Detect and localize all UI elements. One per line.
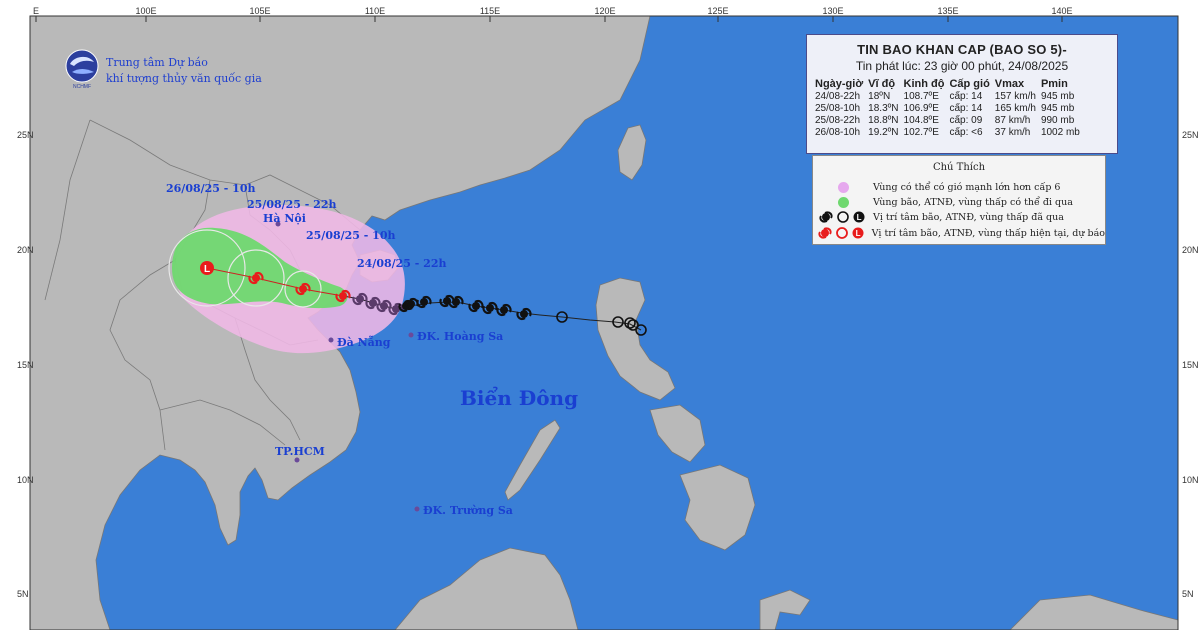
legend-box: Chú Thích Vùng có thể có gió mạnh lớn hơ… [812, 155, 1106, 245]
forecast-low-symbol: L [200, 261, 214, 275]
table-cell: 104.8ºE [903, 115, 939, 126]
table-cell: 25/08-22h [815, 115, 861, 126]
table-cell: 102.7ºE [903, 127, 939, 138]
table-cell: 106.9ºE [903, 103, 939, 114]
latitude-tick-label: 20N [17, 245, 34, 255]
past-symbols-icon: L [819, 211, 865, 223]
bulletin-issued: Tin phát lúc: 23 giờ 00 phút, 24/08/2025 [855, 59, 1069, 73]
legend-item-label: Vị trí tâm bão, ATNĐ, vùng thấp đã qua [873, 211, 1064, 223]
longitude-tick-label: 110E [365, 6, 385, 16]
longitude-tick-label: 130E [822, 6, 843, 16]
logo-badge: NCHMF [73, 84, 91, 90]
table-cell: 26/08-10h [815, 127, 861, 138]
date-label-3: 25/08/25 - 10h [306, 229, 396, 242]
table-cell: 18.3ºN [868, 103, 899, 114]
legend-item-danger-zone: Vùng bão, ATNĐ, vùng thấp có thể đi qua [813, 195, 1105, 209]
longitude-tick-label: 125E [707, 6, 728, 16]
logo-line-1: Trung tâm Dự báo [106, 56, 208, 69]
longitude-tick-label: 140E [1051, 6, 1072, 16]
longitude-tick-label: 100E [135, 6, 156, 16]
col-header: Vmax [994, 78, 1025, 90]
label-truong-sa: ĐK. Trường Sa [423, 504, 513, 517]
table-cell: 945 mb [1040, 91, 1075, 102]
svg-text:L: L [856, 229, 861, 238]
latitude-tick-label: 15N [17, 360, 34, 370]
legend-item-current-position: L Vị trí tâm bão, ATNĐ, vùng thấp hiện t… [813, 226, 1105, 240]
pink-dot-icon [837, 181, 849, 193]
latitude-tick-label: 10N [17, 475, 34, 485]
table-cell: 18ºN [868, 91, 891, 102]
forecast-table: Ngày-giờ Vĩ độ Kinh độ Cấp gió Vmax Pmin… [815, 78, 1085, 139]
table-cell: 24/08-22h [815, 91, 861, 102]
latitude-tick-label: 25N [17, 130, 34, 140]
label-hoang-sa: ĐK. Hoàng Sa [417, 330, 503, 343]
date-label-1: 26/08/25 - 10h [166, 182, 256, 195]
table-cell: 945 mb [1040, 103, 1075, 114]
table-row: 24/08-22h 18ºN 108.7ºE cấp: 14 157 km/h 945 m… [815, 91, 1085, 103]
nchmf-logo-icon: NCHMF [65, 49, 99, 90]
legend-item-label: Vị trí tâm bão, ATNĐ, vùng thấp hiện tại… [871, 227, 1105, 239]
label-ha-noi: Hà Nội [263, 212, 306, 225]
table-cell: 25/08-10h [815, 103, 861, 114]
date-label-4: 24/08/25 - 22h [357, 257, 447, 270]
table-cell: 18.8ºN [868, 115, 899, 126]
table-cell: 87 km/h [994, 115, 1031, 126]
table-cell: 37 km/h [994, 127, 1031, 138]
latitude-tick-label: 25N [1182, 130, 1199, 140]
table-cell: 19.2ºN [868, 127, 899, 138]
legend-item-strong-wind: Vùng có thể có gió mạnh lớn hơn cấp 6 [813, 180, 1105, 194]
col-header: Vĩ độ [868, 78, 896, 90]
latitude-tick-label: 15N [1182, 360, 1199, 370]
table-cell: 1002 mb [1040, 127, 1080, 138]
table-cell: cấp: 14 [949, 103, 983, 114]
table-cell: 165 km/h [994, 103, 1036, 114]
table-row: 25/08-10h 18.3ºN 106.9ºE cấp: 14 165 km/h 945… [815, 103, 1085, 115]
latitude-tick-label: 5N [1182, 589, 1194, 599]
legend-item-label: Vùng bão, ATNĐ, vùng thấp có thể đi qua [873, 196, 1073, 208]
bulletin-title: TIN BAO KHAN CAP (BAO SO 5)- [857, 42, 1067, 57]
table-header-row: Ngày-giờ Vĩ độ Kinh độ Cấp gió Vmax Pmin [815, 78, 1085, 91]
col-header: Cấp gió [949, 78, 990, 90]
date-label-2: 25/08/25 - 22h [247, 198, 337, 211]
latitude-tick-label: 20N [1182, 245, 1199, 255]
label-bien-dong: Biển Đông [460, 385, 578, 410]
legend-title: Chú Thích [932, 162, 986, 173]
longitude-tick-label: E [33, 6, 39, 16]
table-row: 25/08-22h 18.8ºN 104.8ºE cấp: 09 87 km/h 990 … [815, 115, 1085, 127]
nchmf-logo: NCHMF [64, 48, 100, 95]
svg-text:L: L [204, 264, 210, 275]
table-cell: cấp: 09 [949, 115, 983, 126]
col-header: Ngày-giờ [815, 78, 864, 90]
bulletin-box: TIN BAO KHAN CAP (BAO SO 5)- Tin phát lú… [806, 34, 1118, 154]
longitude-tick-label: 120E [594, 6, 615, 16]
legend-item-past-position: L Vị trí tâm bão, ATNĐ, vùng thấp đã qua [813, 210, 1105, 224]
table-row: 26/08-10h 19.2ºN 102.7ºE cấp: <6 37 km/h 1002… [815, 127, 1085, 139]
legend-item-label: Vùng có thể có gió mạnh lớn hơn cấp 6 [873, 181, 1061, 193]
current-symbols-icon: L [818, 227, 864, 239]
latitude-tick-label: 5N [17, 589, 29, 599]
svg-text:L: L [857, 213, 862, 222]
table-cell: 990 mb [1040, 115, 1075, 126]
longitude-tick-label: 115E [480, 6, 500, 16]
longitude-tick-label: 105E [249, 6, 270, 16]
logo-line-2: khí tượng thủy văn quốc gia [106, 72, 262, 85]
label-tp-hcm: TP.HCM [275, 445, 325, 458]
table-cell: 108.7ºE [903, 91, 939, 102]
col-header: Pmin [1040, 78, 1068, 90]
green-dot-icon [837, 196, 849, 208]
table-cell: cấp: 14 [949, 91, 983, 102]
col-header: Kinh độ [903, 78, 945, 90]
latitude-tick-label: 10N [1182, 475, 1199, 485]
table-cell: cấp: <6 [949, 127, 983, 138]
label-da-nang: Đà Nẵng [337, 336, 391, 349]
longitude-tick-label: 135E [937, 6, 958, 16]
table-cell: 157 km/h [994, 91, 1036, 102]
